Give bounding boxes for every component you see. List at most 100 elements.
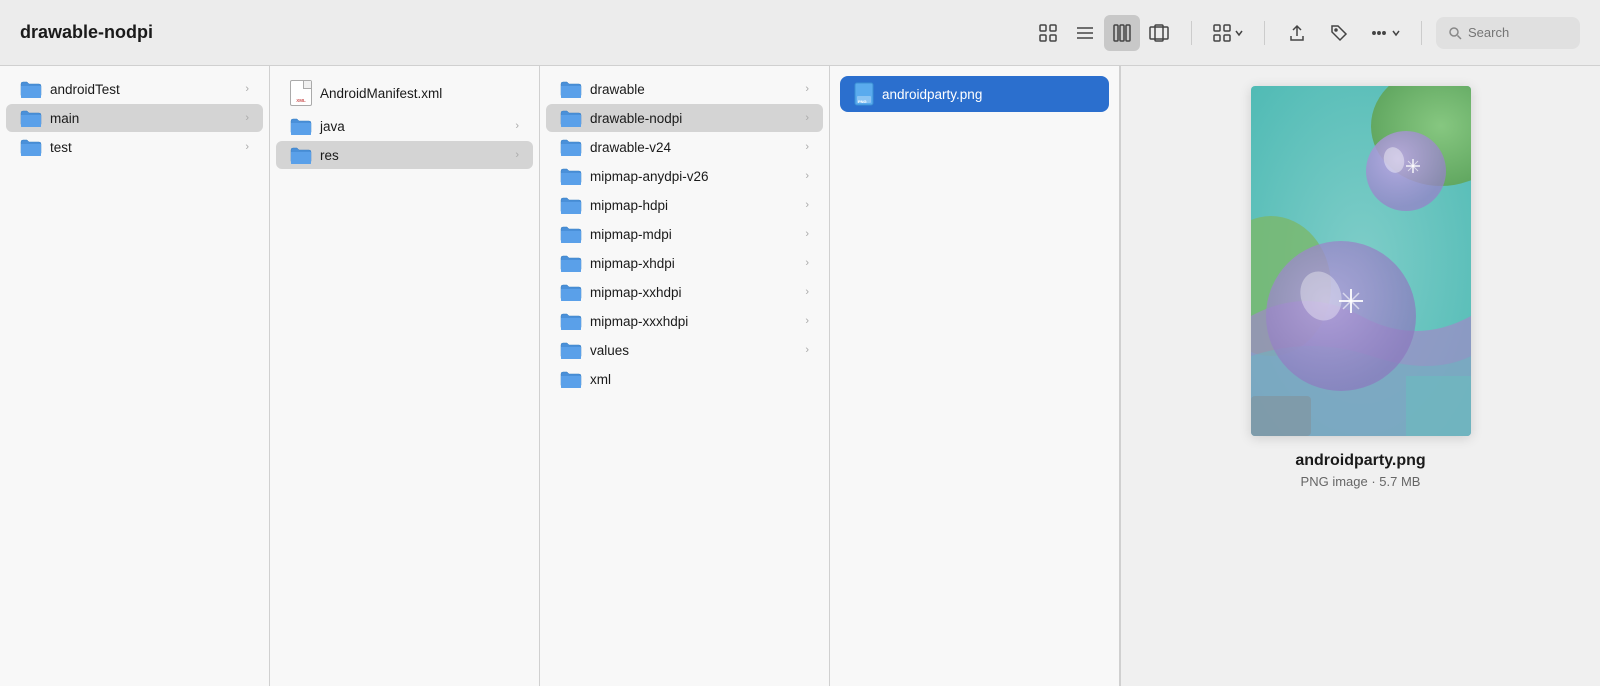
list-item[interactable]: PNG androidparty.png bbox=[840, 76, 1109, 112]
folder-icon bbox=[20, 109, 42, 127]
preview-image bbox=[1251, 86, 1471, 436]
folder-name: res bbox=[320, 148, 339, 163]
list-item[interactable]: xml bbox=[546, 365, 823, 393]
folder-name: drawable bbox=[590, 82, 645, 97]
list-item[interactable]: AndroidManifest.xml bbox=[276, 75, 533, 111]
folder-name: test bbox=[50, 140, 72, 155]
columns-icon bbox=[1112, 23, 1132, 43]
window-title: drawable-nodpi bbox=[20, 22, 153, 43]
list-item[interactable]: test › bbox=[6, 133, 263, 161]
toolbar-right bbox=[1030, 15, 1580, 51]
tag-icon bbox=[1329, 23, 1349, 43]
chevron-right-icon: › bbox=[245, 83, 249, 95]
svg-text:PNG: PNG bbox=[858, 99, 867, 104]
column-1: androidTest › main › test › bbox=[0, 66, 270, 686]
folder-icon bbox=[560, 109, 582, 127]
folder-icon bbox=[20, 80, 42, 98]
folder-icon bbox=[560, 341, 582, 359]
list-item[interactable]: androidTest › bbox=[6, 75, 263, 103]
list-item[interactable]: java › bbox=[276, 112, 533, 140]
preview-filename: androidparty.png bbox=[1295, 452, 1425, 470]
folder-icon bbox=[290, 146, 312, 164]
folder-icon bbox=[290, 117, 312, 135]
more-icon bbox=[1369, 23, 1389, 43]
chevron-down-icon bbox=[1234, 28, 1244, 38]
xml-file-icon bbox=[290, 80, 312, 106]
chevron-right-icon: › bbox=[805, 257, 809, 269]
chevron-right-icon: › bbox=[515, 149, 519, 161]
search-icon bbox=[1448, 26, 1462, 40]
preview-info: PNG image · 5.7 MB bbox=[1301, 474, 1421, 489]
folder-icon bbox=[560, 80, 582, 98]
chevron-right-icon: › bbox=[515, 120, 519, 132]
folder-name: androidTest bbox=[50, 82, 120, 97]
chevron-right-icon: › bbox=[805, 199, 809, 211]
chevron-right-icon: › bbox=[805, 228, 809, 240]
folder-name: java bbox=[320, 119, 345, 134]
group-icon bbox=[1212, 23, 1232, 43]
file-name: androidparty.png bbox=[882, 87, 982, 102]
preview-pane: androidparty.png PNG image · 5.7 MB bbox=[1120, 66, 1600, 686]
folder-name: main bbox=[50, 111, 79, 126]
share-button[interactable] bbox=[1279, 15, 1315, 51]
list-item[interactable]: drawable › bbox=[546, 75, 823, 103]
folder-icon bbox=[560, 196, 582, 214]
chevron-right-icon: › bbox=[805, 286, 809, 298]
folder-icon bbox=[560, 254, 582, 272]
folder-icon bbox=[560, 138, 582, 156]
list-item[interactable]: mipmap-mdpi › bbox=[546, 220, 823, 248]
list-item[interactable]: mipmap-anydpi-v26 › bbox=[546, 162, 823, 190]
png-file-icon: PNG bbox=[854, 82, 874, 106]
chevron-right-icon: › bbox=[805, 344, 809, 356]
list-item[interactable]: res › bbox=[276, 141, 533, 169]
list-item[interactable]: values › bbox=[546, 336, 823, 364]
folder-icon bbox=[560, 167, 582, 185]
list-item[interactable]: main › bbox=[6, 104, 263, 132]
folder-name: mipmap-xxxhdpi bbox=[590, 314, 688, 329]
chevron-right-icon: › bbox=[805, 170, 809, 182]
column-3: drawable › drawable-nodpi › drawable-v24… bbox=[540, 66, 830, 686]
list-view-button[interactable] bbox=[1067, 15, 1103, 51]
column-view-button[interactable] bbox=[1104, 15, 1140, 51]
folder-icon bbox=[20, 138, 42, 156]
list-item[interactable]: drawable-nodpi › bbox=[546, 104, 823, 132]
list-item[interactable]: mipmap-xhdpi › bbox=[546, 249, 823, 277]
list-item[interactable]: mipmap-xxxhdpi › bbox=[546, 307, 823, 335]
list-icon bbox=[1075, 23, 1095, 43]
image-preview bbox=[1251, 86, 1471, 436]
folder-name: mipmap-xxhdpi bbox=[590, 285, 682, 300]
folder-name: drawable-v24 bbox=[590, 140, 671, 155]
search-box[interactable] bbox=[1436, 17, 1580, 49]
folder-icon bbox=[560, 283, 582, 301]
share-icon bbox=[1287, 23, 1307, 43]
list-item[interactable]: mipmap-hdpi › bbox=[546, 191, 823, 219]
column-4: PNG androidparty.png bbox=[830, 66, 1120, 686]
folder-icon bbox=[560, 225, 582, 243]
group-button[interactable] bbox=[1206, 19, 1250, 47]
chevron-right-icon: › bbox=[805, 112, 809, 124]
main-content: androidTest › main › test › AndroidManif… bbox=[0, 66, 1600, 686]
folder-name: mipmap-hdpi bbox=[590, 198, 668, 213]
chevron-right-icon: › bbox=[245, 112, 249, 124]
separator1 bbox=[1191, 21, 1192, 45]
view-toggle-group bbox=[1030, 15, 1177, 51]
separator3 bbox=[1421, 21, 1422, 45]
tag-button[interactable] bbox=[1321, 15, 1357, 51]
folder-name: mipmap-xhdpi bbox=[590, 256, 675, 271]
folder-name: mipmap-mdpi bbox=[590, 227, 672, 242]
column-2: AndroidManifest.xml java › res › bbox=[270, 66, 540, 686]
search-input[interactable] bbox=[1468, 25, 1568, 40]
folder-name: xml bbox=[590, 372, 611, 387]
folder-name: drawable-nodpi bbox=[590, 111, 682, 126]
toolbar: drawable-nodpi bbox=[0, 0, 1600, 66]
list-item[interactable]: drawable-v24 › bbox=[546, 133, 823, 161]
gallery-view-button[interactable] bbox=[1141, 15, 1177, 51]
chevron-right-icon: › bbox=[805, 141, 809, 153]
grid-view-button[interactable] bbox=[1030, 15, 1066, 51]
list-item[interactable]: mipmap-xxhdpi › bbox=[546, 278, 823, 306]
more-button[interactable] bbox=[1363, 19, 1407, 47]
grid-icon bbox=[1038, 23, 1058, 43]
chevron-right-icon: › bbox=[245, 141, 249, 153]
chevron-right-icon: › bbox=[805, 83, 809, 95]
more-chevron-icon bbox=[1391, 28, 1401, 38]
